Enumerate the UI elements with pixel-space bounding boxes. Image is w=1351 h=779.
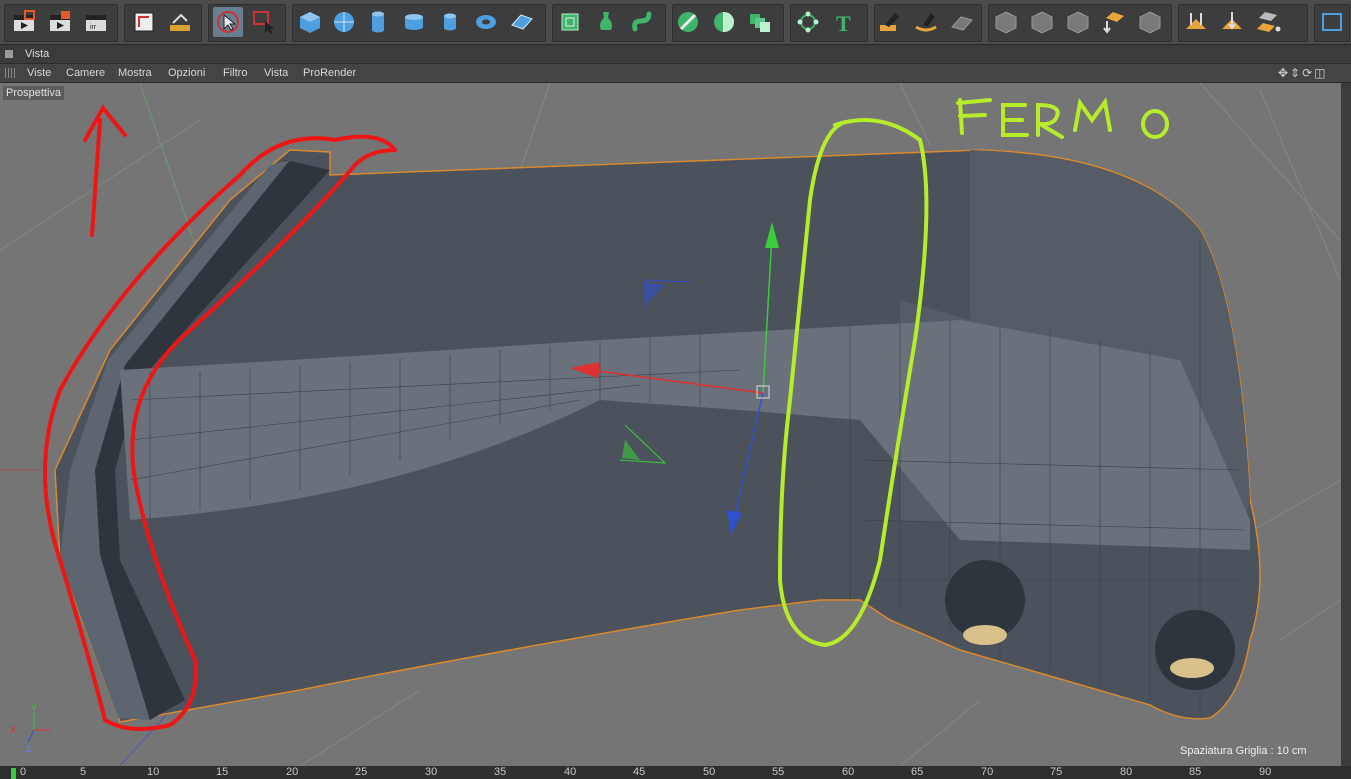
timeline-tick: 15 [216, 766, 229, 778]
scene-icon[interactable] [1135, 7, 1165, 37]
live-selection-icon[interactable] [249, 7, 279, 37]
settings-icon[interactable] [1253, 7, 1283, 37]
generators-group [552, 4, 666, 42]
environment-icon[interactable] [1099, 7, 1129, 37]
timeline-tick: 20 [286, 766, 299, 778]
svg-text:irr: irr [90, 24, 97, 31]
main-toolbar: irr T [0, 0, 1351, 45]
timeline-tick: 85 [1189, 766, 1202, 778]
sphere-icon[interactable] [329, 7, 359, 37]
timeline-tick: 60 [842, 766, 855, 778]
menu-prorender[interactable]: ProRender [303, 64, 356, 82]
panel-grip-icon[interactable] [5, 50, 13, 58]
render-icon[interactable] [1217, 7, 1247, 37]
boole-icon[interactable] [673, 7, 703, 37]
undo-view-icon[interactable] [165, 7, 195, 37]
torus-icon[interactable] [471, 7, 501, 37]
viewport-menubar: Viste Camere Mostra Opzioni Filtro Vista… [0, 64, 1351, 83]
grid-spacing-info: Spaziatura Griglia : 10 cm [1180, 745, 1307, 757]
paint-icon[interactable] [875, 7, 905, 37]
timeline-tick: 55 [772, 766, 785, 778]
scene-group [988, 4, 1172, 42]
menubar-grip-icon [5, 68, 15, 78]
timeline-tick: 50 [703, 766, 716, 778]
timeline-tick: 45 [633, 766, 646, 778]
world-axis-indicator: Y X Z [10, 703, 50, 754]
menu-filtro[interactable]: Filtro [223, 64, 247, 82]
svg-text:X: X [10, 725, 16, 735]
timeline-ruler[interactable]: 0 5 10 15 20 25 30 35 40 45 50 55 60 65 … [0, 766, 1351, 779]
timeline-tick: 90 [1259, 766, 1272, 778]
light-icon[interactable] [1027, 7, 1057, 37]
paint-group [874, 4, 982, 42]
grid-icon[interactable] [947, 7, 977, 37]
timeline-tick: 5 [80, 766, 87, 778]
timeline-tick: 25 [355, 766, 368, 778]
disc-icon[interactable] [435, 7, 465, 37]
move-tool-icon[interactable] [213, 7, 243, 37]
view-group [124, 4, 202, 42]
viewport-camera-label[interactable]: Prospettiva [3, 86, 65, 100]
timeline-tick: 10 [147, 766, 160, 778]
menu-mostra[interactable]: Mostra [118, 64, 152, 82]
timeline-tick: 35 [494, 766, 507, 778]
camera-icon[interactable] [991, 7, 1021, 37]
selection-group [208, 4, 286, 42]
modeling-group [672, 4, 784, 42]
sculpt-icon[interactable] [911, 7, 941, 37]
timeline-tick: 30 [425, 766, 438, 778]
hypernurbs-icon[interactable] [627, 7, 657, 37]
render-group: irr [4, 4, 118, 42]
edit-render-settings-icon[interactable] [129, 7, 159, 37]
deformer-icon[interactable] [1181, 7, 1211, 37]
timeline-tick: 40 [564, 766, 577, 778]
mograph-group: T [790, 4, 868, 42]
viewport-nav-icons[interactable]: ✥⇕⟳◫ [1278, 64, 1328, 82]
cylinder-icon[interactable] [363, 7, 393, 37]
render-view-icon[interactable] [9, 7, 39, 37]
text-icon[interactable]: T [829, 7, 859, 37]
lathe-icon[interactable] [591, 7, 621, 37]
viewport-scrollbar[interactable] [1341, 83, 1351, 766]
cloner-icon[interactable] [745, 7, 775, 37]
menu-viste[interactable]: Viste [27, 64, 51, 82]
layout-icon[interactable] [1317, 7, 1347, 37]
svg-text:Y: Y [31, 703, 37, 713]
panel-title: Vista [25, 48, 50, 60]
symmetry-icon[interactable] [709, 7, 739, 37]
subdivision-surface-icon[interactable] [555, 7, 585, 37]
primitives-group [292, 4, 546, 42]
timeline-tick: 70 [981, 766, 994, 778]
menu-camere[interactable]: Camere [66, 64, 105, 82]
svg-text:Z: Z [26, 744, 32, 754]
viewport-3d[interactable]: Y X Z [0, 83, 1341, 766]
tube-icon[interactable] [399, 7, 429, 37]
timeline-tick: 80 [1120, 766, 1133, 778]
svg-text:T: T [836, 11, 851, 35]
render-picture-viewer-icon[interactable] [45, 7, 75, 37]
timeline-playhead[interactable] [11, 768, 16, 779]
render-settings-icon[interactable]: irr [81, 7, 111, 37]
timeline-tick: 75 [1050, 766, 1063, 778]
timeline-tick: 0 [20, 766, 27, 778]
menu-opzioni[interactable]: Opzioni [168, 64, 205, 82]
timeline-tick: 65 [911, 766, 924, 778]
render-settings-group [1178, 4, 1308, 42]
floor-icon[interactable] [1063, 7, 1093, 37]
cube-icon[interactable] [295, 7, 325, 37]
plane-icon[interactable] [507, 7, 537, 37]
layout-group [1314, 4, 1350, 42]
viewport-scene: Y X Z [0, 83, 1341, 766]
view-panel-header: Vista [0, 45, 1351, 64]
menu-vista[interactable]: Vista [264, 64, 288, 82]
mograph-icon[interactable] [793, 7, 823, 37]
